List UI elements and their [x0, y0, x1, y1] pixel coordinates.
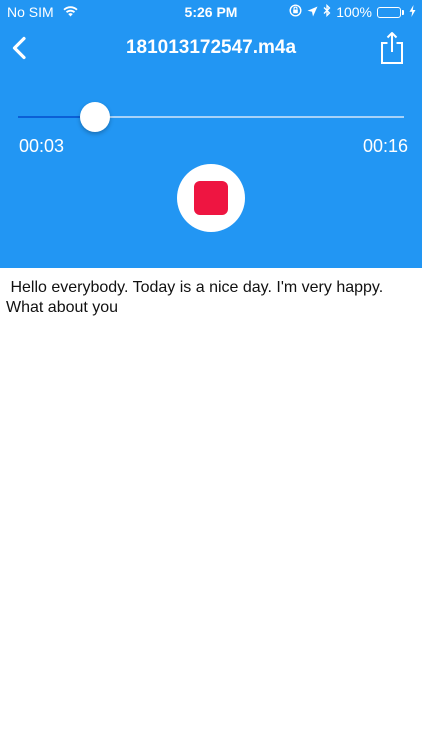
slider-thumb[interactable]	[80, 102, 111, 132]
battery-percentage: 100%	[336, 4, 372, 20]
charging-bolt-icon	[409, 4, 416, 20]
status-right: 100%	[284, 3, 416, 20]
playback-slider[interactable]	[18, 102, 404, 132]
player-header: No SIM 5:26 PM 100% 181013172547.m4a 00:…	[0, 0, 422, 268]
battery-icon	[377, 6, 404, 18]
total-time: 00:16	[362, 136, 408, 156]
status-bar: No SIM 5:26 PM 100%	[0, 0, 422, 24]
page-title: 181013172547.m4a	[125, 37, 297, 58]
share-button[interactable]	[379, 31, 405, 65]
bluetooth-icon	[323, 3, 331, 20]
elapsed-time: 00:03	[19, 136, 65, 156]
share-icon	[381, 32, 403, 64]
screen: No SIM 5:26 PM 100% 181013172547.m4a 00:…	[0, 0, 422, 750]
orientation-lock-icon	[289, 4, 302, 20]
location-icon	[307, 4, 318, 20]
stop-icon	[194, 181, 228, 215]
transcript-text: Hello everybody. Today is a nice day. I'…	[6, 279, 388, 316]
stop-button[interactable]	[177, 164, 245, 232]
